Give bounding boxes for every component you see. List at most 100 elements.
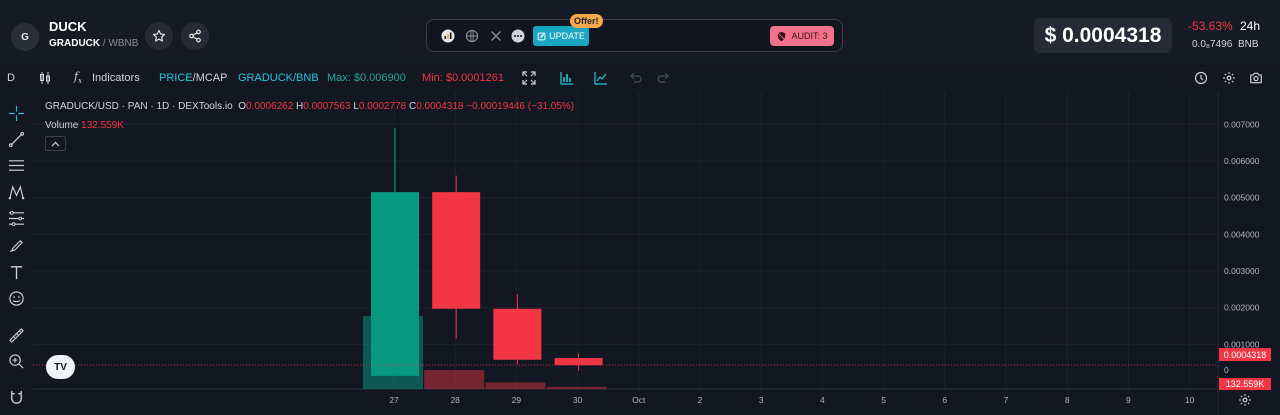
change-period[interactable]: 24h [1240,19,1260,33]
gear-icon[interactable] [1222,71,1236,85]
dextscore-icon[interactable] [441,29,455,43]
audit-label: AUDIT: 3 [791,31,828,41]
website-icon[interactable] [465,29,479,43]
share-icon [189,29,201,43]
time-tick-label: 5 [881,395,886,405]
pattern-icon[interactable] [8,184,25,201]
candle-type-icon[interactable] [38,71,52,85]
price-mcap-toggle[interactable]: PRICE/MCAP [159,72,227,84]
line-chart-icon[interactable] [594,71,608,85]
low-value: 0.0002778 [358,101,407,112]
fullscreen-icon[interactable] [522,71,536,85]
min-price: Min: $0.0001261 [422,72,504,84]
indicators-button[interactable]: Indicators [92,72,140,84]
candlestick-chart[interactable]: 0.007000 0.006000 0.005000 0.004000 0.003000… [33,92,1280,415]
crosshair-icon[interactable] [8,105,25,122]
volume-bar[interactable] [424,370,485,389]
shield-icon [777,31,786,41]
candle-body[interactable] [493,308,542,360]
pair-base: GRADUCK [49,38,101,49]
favorite-button[interactable] [145,22,173,50]
chevron-up-icon [51,141,60,146]
magnet-icon[interactable] [8,389,25,406]
x-twitter-icon[interactable] [489,29,503,43]
indicators-icon[interactable]: fx [74,70,82,85]
update-label: UPDATE [549,31,585,41]
price-tick-label: 0.003000 [1224,266,1260,276]
pair-toggle[interactable]: GRADUCK/BNB [238,72,319,84]
price-tick-label: 0.005000 [1224,193,1260,203]
time-tick-label: 7 [1004,395,1009,405]
drawing-toolbar [0,92,33,415]
bnb-label: BNB [1238,39,1259,50]
volume-legend: Volume 132.559K [45,120,124,131]
volume-zero-label: 0 [1224,365,1229,375]
trend-line-icon[interactable] [8,131,25,148]
redo-icon[interactable] [656,71,670,85]
share-button[interactable] [181,22,209,50]
time-tick-label: 2 [698,395,703,405]
time-tick-label: 3 [759,395,764,405]
tradingview-logo[interactable]: TV [46,355,75,379]
interval-selector[interactable]: D [7,72,15,84]
alert-clock-icon[interactable] [1194,71,1208,85]
open-value: 0.0006262 [245,101,294,112]
volume-value: 132.559K [81,120,124,131]
time-tick-label: 30 [573,395,583,405]
emoji-icon[interactable] [8,290,25,307]
token-logo: G [11,23,39,51]
token-name: DUCK [49,19,87,34]
candle-body[interactable] [432,192,481,309]
candle-body[interactable] [371,192,419,376]
token-links-bar: UPDATE Offer! AUDIT: 3 [426,14,843,52]
audit-button[interactable]: AUDIT: 3 [770,26,834,46]
volume-bar[interactable] [546,386,607,389]
price-change-24h: -53.63% [1188,19,1233,33]
time-tick-label: 28 [450,395,460,405]
volume-bar[interactable] [485,382,546,389]
mcap-option[interactable]: MCAP [196,72,228,84]
price-in-bnb: 0.0₈7496 [1192,39,1233,50]
pair-separator: / [102,38,106,49]
close-value: 0.0004318 [416,101,464,112]
candle-body[interactable] [554,358,603,366]
chart-area[interactable]: 0.007000 0.006000 0.005000 0.004000 0.003000… [33,92,1280,415]
price-tick-label: 0.004000 [1224,229,1260,239]
brush-icon[interactable] [8,237,25,254]
time-tick-label: 8 [1065,395,1070,405]
ohlc-legend: GRADUCK/USD · PAN · 1D · DEXTools.io O0.… [45,101,575,112]
volume-label: Volume [45,120,79,131]
current-price: $ 0.0004318 [1034,18,1172,53]
fib-tools-icon[interactable] [8,210,25,227]
update-button[interactable]: UPDATE [533,26,589,46]
axis-settings-icon[interactable] [1238,393,1252,407]
time-tick-label: 27 [389,395,399,405]
time-tick-label: 9 [1126,395,1131,405]
price-option[interactable]: PRICE [159,72,193,84]
offer-badge[interactable]: Offer! [570,14,603,28]
bar-chart-icon[interactable] [560,71,574,85]
high-value: 0.0007563 [303,101,351,112]
change-value: −0.00019446 (−31.05%) [466,101,575,112]
collapse-legend-button[interactable] [45,136,66,151]
ruler-icon[interactable] [8,327,25,344]
zoom-in-icon[interactable] [8,353,25,370]
last-price-tag: 0.0004318 [1219,348,1271,361]
pair-quote: WBNB [108,38,139,49]
time-tick-label: 4 [820,395,825,405]
price-tick-label: 0.007000 [1224,119,1260,129]
price-tick-label: 0.002000 [1224,303,1260,313]
camera-icon[interactable] [1249,71,1263,85]
time-tick-label: 10 [1185,395,1195,405]
token-header: G DUCK GRADUCK / WBNB UPDATE Offer! AUDI… [0,0,1280,66]
time-tick-label: Oct [632,395,646,405]
symbol-info[interactable]: GRADUCK/USD · PAN · 1D · DEXTools.io [45,101,233,112]
undo-icon[interactable] [629,71,643,85]
horizontal-lines-icon[interactable] [8,157,25,174]
max-price: Max: $0.006900 [327,72,406,84]
text-tool-icon[interactable] [8,264,25,281]
more-icon[interactable] [511,29,525,43]
volume-tag: 132.559K [1219,378,1271,390]
token-pair: GRADUCK / WBNB [49,38,138,49]
edit-icon [537,32,546,40]
